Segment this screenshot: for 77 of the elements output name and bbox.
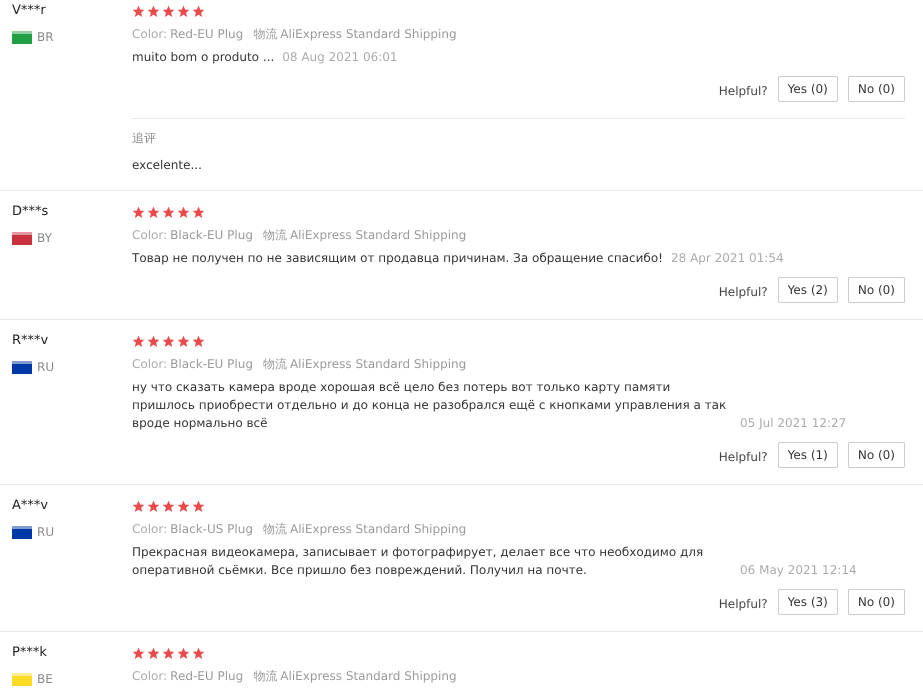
star-icon: [192, 206, 205, 218]
star-icon: [132, 500, 145, 512]
shipping-value: AliExpress Standard Shipping: [280, 26, 457, 43]
country-code: RU: [37, 359, 54, 376]
star-icon: [192, 334, 205, 348]
shipping-label: 物流: [253, 668, 278, 685]
review-date: 28 Apr 2021 01:54: [671, 250, 784, 267]
color-label: Color:: [132, 227, 168, 244]
review-date: 05 Jul 2021 12:27: [740, 415, 846, 432]
helpful-label: Helpful?: [718, 596, 768, 613]
country-code: BR: [37, 29, 54, 46]
star-icon: [147, 334, 160, 348]
star-icon: [192, 646, 205, 660]
review-text: muito bom o produto ...: [132, 49, 274, 66]
shipping-label: 物流: [262, 356, 287, 373]
shipping-value: AliExpress Standard Shipping: [290, 521, 466, 538]
review-text: Прекрасная видеокамера, записывает и фотографирует, делает все что необходимо для оперативной сьёмки. Все пришло без повреждений. Получил на почте.: [132, 544, 704, 579]
reviewer-name: P***k: [12, 644, 48, 662]
star-icon: [162, 500, 175, 512]
color-label: Color:: [132, 26, 168, 43]
star-icon: [132, 334, 145, 348]
review-text: Товар не получен по не зависящим от продавца причинам. За обращение спасибо!: [132, 250, 663, 267]
star-icon: [147, 4, 160, 18]
country-code: RU: [37, 524, 54, 541]
star-icon: [177, 4, 190, 18]
country-code: BE: [37, 671, 53, 688]
shipping-label: 物流: [253, 26, 278, 43]
helpful-label: Helpful?: [718, 449, 768, 466]
star-icon: [177, 646, 190, 660]
reviewer-name: A***v: [12, 497, 50, 515]
shipping-value: AliExpress Standard Shipping: [290, 227, 466, 244]
color-value: Red-EU Plug: [170, 26, 244, 43]
color-label: Color:: [132, 668, 168, 685]
star-icon: [162, 4, 175, 18]
no-button[interactable]: No (0): [848, 442, 905, 468]
star-icon: [162, 206, 175, 218]
star-icon: [192, 500, 205, 512]
reviewer-name: V***r: [12, 2, 47, 20]
star-icon: [132, 206, 145, 218]
color-value: Red-EU Plug: [170, 668, 244, 685]
star-icon: [177, 500, 190, 512]
country-code: BY: [37, 230, 52, 247]
star-icon: [177, 206, 190, 218]
star-icon: [132, 646, 145, 660]
shipping-value: AliExpress Standard Shipping: [290, 356, 466, 373]
helpful-label: Helpful?: [718, 83, 768, 100]
star-icon: [192, 4, 205, 18]
followup-text: excelente...: [132, 157, 203, 174]
color-value: Black-EU Plug: [170, 356, 253, 373]
no-button[interactable]: No (0): [848, 589, 905, 615]
star-icon: [162, 646, 175, 660]
review-date: 06 May 2021 12:14: [740, 562, 857, 579]
yes-button[interactable]: Yes (3): [778, 589, 838, 615]
no-button[interactable]: No (0): [848, 76, 905, 102]
shipping-label: 物流: [262, 521, 287, 538]
star-icon: [162, 334, 175, 348]
yes-button[interactable]: Yes (1): [778, 442, 838, 468]
star-icon: [177, 334, 190, 348]
review-text: ну что сказать камера вроде хорошая всё цело без потерь вот только карту памяти пришлось приобрести отдельно и до конца не разобрался ещё с кнопками управления а так вроде нормально всё: [132, 379, 728, 432]
color-value: Black-EU Plug: [170, 227, 253, 244]
review-date: 08 Aug 2021 06:01: [282, 49, 398, 66]
star-icon: [147, 500, 160, 512]
shipping-label: 物流: [262, 227, 287, 244]
shipping-value: AliExpress Standard Shipping: [280, 668, 457, 685]
color-value: Black-US Plug: [170, 521, 253, 538]
followup-label: 追评: [132, 130, 157, 147]
helpful-label: Helpful?: [718, 284, 768, 301]
star-icon: [147, 206, 160, 218]
star-icon: [147, 646, 160, 660]
star-icon: [132, 4, 145, 18]
color-label: Color:: [132, 356, 168, 373]
yes-button[interactable]: Yes (0): [778, 76, 838, 102]
reviewer-name: R***v: [12, 332, 50, 350]
color-label: Color:: [132, 521, 168, 538]
yes-button[interactable]: Yes (2): [778, 277, 838, 303]
no-button[interactable]: No (0): [848, 277, 905, 303]
reviewer-name: D***s: [12, 203, 50, 221]
